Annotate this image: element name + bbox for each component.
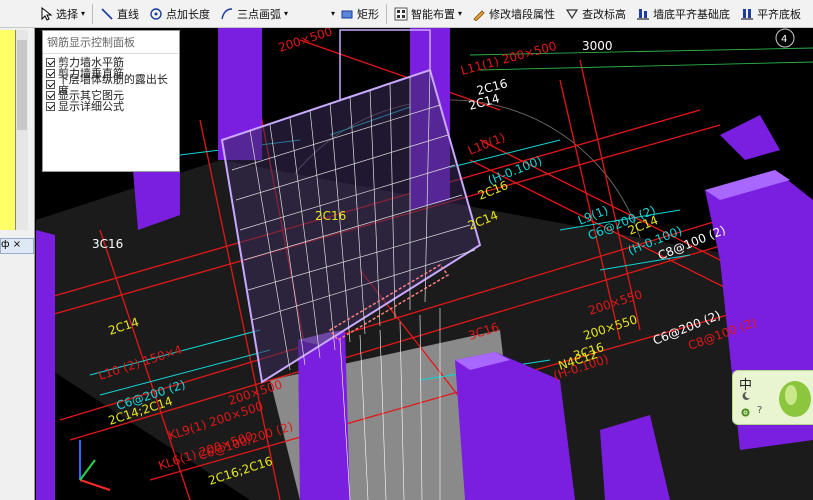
select-button[interactable]: 选择 ▾ bbox=[34, 3, 90, 25]
elevation-icon bbox=[565, 8, 579, 19]
panel-pin-bar[interactable]: ф × bbox=[0, 238, 34, 254]
cursor-icon bbox=[41, 6, 53, 21]
property-grid-strip[interactable] bbox=[0, 30, 16, 230]
dimension-label: 3000 bbox=[582, 39, 613, 53]
rectangle-icon bbox=[341, 10, 353, 18]
toolbar-separator bbox=[92, 3, 94, 24]
rectangle-button[interactable]: 矩形 bbox=[335, 3, 384, 25]
ime-language-bar[interactable]: 中 ? bbox=[732, 370, 813, 425]
leaf-logo-icon bbox=[779, 381, 811, 417]
drawing-toolbar: 选择 ▾ 直线 点加长度 三点画弧 ▾ ▾ 矩形 智能布置 ▾ 修改墙段属性 查… bbox=[0, 0, 813, 28]
moon-icon[interactable] bbox=[741, 391, 751, 401]
option-show-detailed-formula[interactable]: 显示详细公式 bbox=[43, 101, 179, 112]
chevron-down-icon[interactable]: ▾ bbox=[458, 9, 462, 18]
help-icon[interactable]: ? bbox=[757, 405, 762, 416]
rebar-display-control-panel: 钢筋显示控制面板 剪力墙水平筋 剪力墙垂直筋 下层墙体纵筋的露出长度 显示其它图… bbox=[42, 30, 180, 172]
checkbox[interactable] bbox=[46, 58, 55, 67]
edit-wall-icon bbox=[473, 9, 485, 21]
elevation-button[interactable]: 查改标高 bbox=[560, 3, 631, 25]
smart-layout-button[interactable]: 智能布置 ▾ bbox=[389, 3, 467, 25]
rectangle-label: 矩形 bbox=[357, 7, 380, 21]
panel-title: 钢筋显示控制面板 bbox=[43, 31, 179, 54]
align-base-button[interactable]: 墙底平齐基础底 bbox=[631, 3, 735, 25]
gear-icon[interactable] bbox=[740, 407, 751, 418]
point-length-button[interactable]: 点加长度 bbox=[144, 3, 215, 25]
rebar-label: 2C16 bbox=[315, 209, 346, 223]
edit-wall-label: 修改墙段属性 bbox=[489, 7, 556, 21]
point-length-icon bbox=[150, 7, 162, 20]
pin-icon[interactable]: ф × bbox=[1, 239, 21, 250]
smart-layout-label: 智能布置 bbox=[411, 7, 456, 21]
line-label: 直线 bbox=[117, 7, 140, 21]
align-slab-button[interactable]: 平齐底板 bbox=[735, 3, 806, 25]
select-label: 选择 bbox=[56, 7, 78, 21]
chevron-down-icon[interactable]: ▾ bbox=[81, 9, 85, 18]
line-button[interactable]: 直线 bbox=[95, 3, 144, 25]
left-dock-panel: 例 ф × bbox=[0, 0, 35, 500]
align-base-label: 墙底平齐基础底 bbox=[653, 7, 731, 21]
elevation-label: 查改标高 bbox=[582, 7, 627, 21]
checkbox[interactable] bbox=[46, 69, 55, 78]
align-slab-icon bbox=[741, 8, 754, 19]
arc-icon bbox=[221, 7, 233, 19]
axis-tag-label: 4 bbox=[781, 34, 787, 45]
toolbar-separator bbox=[386, 3, 388, 24]
line-icon bbox=[101, 7, 113, 20]
chevron-down-icon[interactable]: ▾ bbox=[284, 9, 288, 18]
smart-layout-icon bbox=[394, 7, 408, 20]
point-length-label: 点加长度 bbox=[166, 7, 211, 21]
align-base-icon bbox=[637, 8, 650, 19]
align-slab-label: 平齐底板 bbox=[757, 7, 802, 21]
checkbox[interactable] bbox=[46, 80, 55, 89]
scrollbar-thumb[interactable] bbox=[17, 40, 27, 130]
checkbox[interactable] bbox=[46, 91, 55, 100]
rebar-label: 3C16 bbox=[92, 237, 123, 251]
option-label: 显示详细公式 bbox=[58, 100, 124, 113]
checkbox[interactable] bbox=[46, 102, 55, 111]
arc-button[interactable]: 三点画弧 ▾ bbox=[215, 3, 293, 25]
arc-label: 三点画弧 bbox=[237, 7, 282, 21]
edit-wall-button[interactable]: 修改墙段属性 bbox=[467, 3, 560, 25]
